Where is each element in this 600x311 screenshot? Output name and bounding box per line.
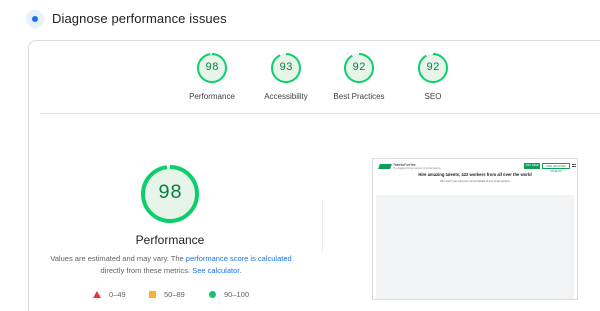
seo-gauge: 92 xyxy=(417,52,449,84)
main-performance-gauge: 98 xyxy=(140,164,200,224)
performance-score-link[interactable]: performance score is calculated xyxy=(186,254,292,263)
performance-score-value: 98 xyxy=(205,62,219,74)
logo-icon xyxy=(378,164,392,169)
score-summary: 98 Performance 93 Accessibility 92 Best … xyxy=(0,0,600,110)
score-note: Values are estimated and may vary. The p… xyxy=(40,253,302,277)
screenshot-body xyxy=(376,195,574,299)
note-text-3: . xyxy=(239,266,242,275)
square-icon xyxy=(149,291,156,298)
screenshot-header: TalentsForHire The biggest hiring networ… xyxy=(373,159,577,195)
legend-pass-range: 90–100 xyxy=(224,290,250,299)
menu-icon xyxy=(572,164,576,167)
best-practices-score-value: 92 xyxy=(352,62,366,74)
score-seo[interactable]: 92 SEO xyxy=(388,52,478,101)
legend-pass: 90–100 xyxy=(209,290,249,299)
accessibility-gauge: 93 xyxy=(270,52,302,84)
main-score-value: 98 xyxy=(157,182,182,205)
note-text-1: Values are estimated and may vary. The xyxy=(50,254,186,263)
seo-label: SEO xyxy=(424,92,442,101)
screenshot-subline: Hire and if you enjoy the current detail… xyxy=(440,180,510,183)
performance-gauge: 98 xyxy=(196,52,228,84)
screenshot-headline: Hire amazing talents, 422 workers from a… xyxy=(418,172,532,177)
screenshot-hire-button: HIRE FROM 80K TALENTS xyxy=(542,163,570,173)
legend-average-range: 50–89 xyxy=(164,290,185,299)
legend-fail-range: 0–49 xyxy=(109,290,126,299)
vertical-separator xyxy=(322,200,323,252)
see-calculator-link[interactable]: See calculator xyxy=(192,266,239,275)
screenshot-tagline: The biggest hiring network of global tal… xyxy=(393,167,441,170)
legend-average: 50–89 xyxy=(149,290,185,299)
legend-fail: 0–49 xyxy=(93,290,126,299)
page-screenshot-thumbnail[interactable]: TalentsForHire The biggest hiring networ… xyxy=(372,158,578,300)
note-text-2: directly from these metrics. xyxy=(100,266,193,275)
seo-score-value: 92 xyxy=(426,62,440,74)
triangle-icon xyxy=(93,291,101,298)
best-practices-gauge: 92 xyxy=(343,52,375,84)
accessibility-score-value: 93 xyxy=(279,62,293,74)
divider xyxy=(40,113,600,114)
screenshot-join-button: JOIN FREE xyxy=(524,163,540,169)
main-score-title: Performance xyxy=(135,233,205,247)
circle-icon xyxy=(209,291,216,298)
